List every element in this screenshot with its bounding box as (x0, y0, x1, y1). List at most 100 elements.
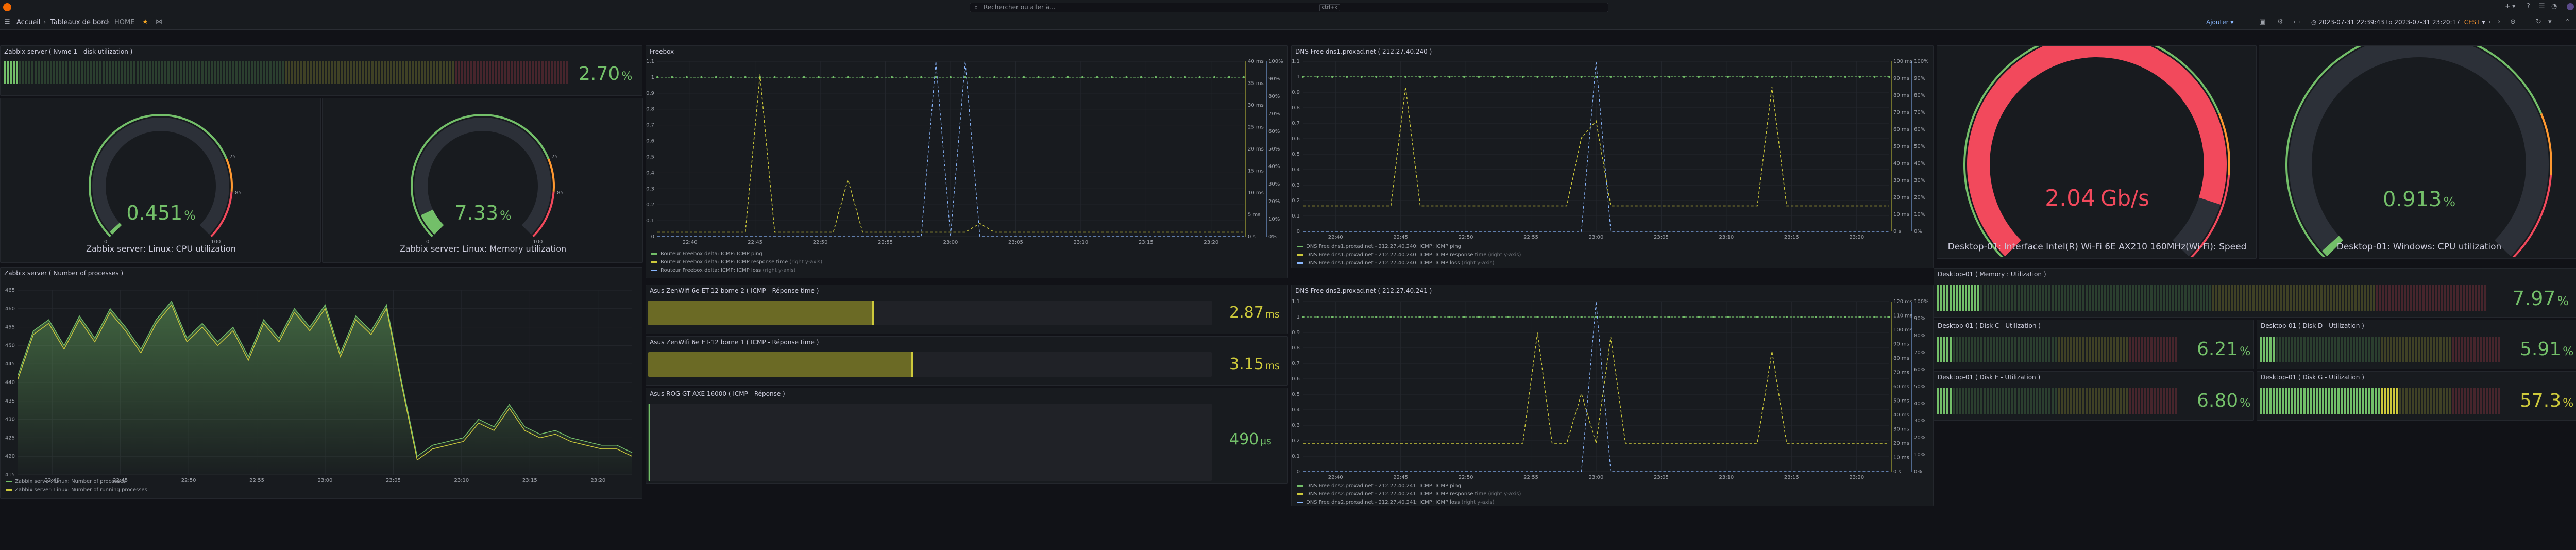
series-point (1624, 316, 1626, 318)
bar-segment (2039, 388, 2041, 414)
x-tick-label: 22:50 (1459, 475, 1473, 480)
bell-icon[interactable]: ◔ (2551, 3, 2557, 10)
bar-segment (2123, 285, 2125, 311)
bar-segment (2181, 285, 2183, 311)
bar-segment (78, 61, 80, 84)
dns2-chart: 0 0.1 0.2 0.3 0.4 0.5 0.6 0.7 0.8 0.9 1 1.1 0 s 10 ms… (1292, 299, 1929, 480)
series-point (1316, 316, 1319, 318)
bar-segment (2429, 285, 2431, 311)
bar-segment (2116, 337, 2119, 362)
collapse-icon[interactable]: ⌃ (2565, 19, 2570, 26)
legend-item[interactable]: DNS Free dns2.proxad.net - 212.27.40.241… (1297, 483, 1461, 489)
wifi-value-number: 2.04 (2045, 185, 2096, 211)
panel-asus-rog: Asus ROG GT AXE 16000 ( ICMP - Réponse )… (646, 388, 1288, 484)
bar-segment (371, 61, 374, 84)
bar-segment (2260, 337, 2262, 362)
series-point (1521, 316, 1524, 318)
series-point (1859, 316, 1861, 318)
star-icon[interactable]: ★ (142, 19, 148, 26)
series-point (832, 76, 835, 78)
legend-item[interactable]: Zabbix server: Linux: Number of processe… (6, 479, 126, 485)
bar-segment (47, 61, 49, 84)
bar-segment (381, 61, 383, 84)
bar-segment (239, 61, 241, 84)
bar-segment (2351, 285, 2353, 311)
help-icon[interactable]: ? (2527, 3, 2530, 10)
y-right-tick-label: 60% (1914, 367, 1925, 373)
search-input[interactable]: ⌕ Rechercher ou aller à... ctrl+k (970, 3, 1608, 12)
panel-dns2: DNS Free dns2.proxad.net ( 212.27.40.241… (1291, 285, 1934, 506)
y-right-tick-label: 50% (1914, 384, 1925, 390)
legend-item[interactable]: DNS Free dns1.proxad.net - 212.27.40.240… (1297, 252, 1521, 258)
chevron-right-icon[interactable]: › (2498, 19, 2500, 26)
legend-item[interactable]: Routeur Freebox delta: ICMP: ICMP ping (651, 251, 762, 257)
legend-item[interactable]: DNS Free dns1.proxad.net - 212.27.40.240… (1297, 260, 1495, 266)
asus1-value-unit: ms (1265, 361, 1280, 372)
gear-icon[interactable]: ⚙ (2277, 19, 2283, 26)
series-point (1800, 316, 1803, 318)
bar-segment (1996, 285, 1998, 311)
bar-segment (2086, 388, 2088, 414)
legend-item[interactable]: Routeur Freebox delta: ICMP: ICMP respon… (651, 259, 822, 265)
series-point (1683, 316, 1685, 318)
bar-segment (2027, 285, 2029, 311)
chevron-down-icon[interactable]: ▾ (2548, 19, 2552, 26)
breadcrumb-home[interactable]: Accueil (16, 19, 40, 26)
y-tick-label: 0.4 (1292, 167, 1300, 173)
bar-segment (2021, 388, 2023, 414)
plus-icon[interactable]: + (2505, 3, 2511, 10)
series-point (1360, 76, 1363, 78)
bar-segment (2163, 337, 2165, 362)
breadcrumb-dashboards[interactable]: Tableaux de bord (50, 19, 108, 26)
menu-icon[interactable]: ☰ (4, 19, 10, 26)
bar-segment (2234, 285, 2236, 311)
series-point (1580, 76, 1583, 78)
bar-segment (514, 61, 516, 84)
time-range-picker[interactable]: ◷ 2023-07-31 22:39:43 to 2023-07-31 23:2… (2311, 18, 2485, 27)
legend-item[interactable]: DNS Free dns2.proxad.net - 212.27.40.241… (1297, 491, 1521, 497)
chevron-down-icon[interactable]: ▾ (2512, 3, 2516, 10)
series-point (1595, 76, 1597, 78)
bar-segment (2113, 388, 2115, 414)
bar-segment (31, 61, 33, 84)
news-icon[interactable]: ☰ (2539, 3, 2545, 10)
add-button[interactable]: Ajouter ▾ (2206, 18, 2233, 27)
bar-segment (1937, 285, 1939, 311)
series-point (1023, 76, 1025, 78)
bar-segment (1962, 388, 1964, 414)
bar-segment (2110, 388, 2112, 414)
zoom-out-icon[interactable]: ⊖ (2510, 19, 2516, 26)
legend-item[interactable]: Zabbix server: Linux: Number of running … (6, 487, 147, 493)
panel-desktop-memory: Desktop-01 ( Memory : Utilization ) 7.97… (1934, 268, 2576, 318)
legend-item[interactable]: DNS Free dns2.proxad.net - 212.27.40.241… (1297, 499, 1495, 505)
grafana-logo-icon[interactable] (3, 3, 11, 11)
bar-segment (2486, 337, 2488, 362)
freebox-chart: 0 0.1 0.2 0.3 0.4 0.5 0.6 0.7 0.8 0.9 1 1.1 0 s 5 ms 1… (646, 59, 1283, 245)
save-icon[interactable]: ▣ (2259, 19, 2265, 26)
bar-segment (2110, 285, 2112, 311)
legend-item[interactable]: Routeur Freebox delta: ICMP: ICMP loss (… (651, 268, 795, 273)
bar-segment (2447, 285, 2449, 311)
bar-segment (2005, 388, 2007, 414)
series-point (978, 76, 981, 78)
series-point (1551, 316, 1553, 318)
bar-segment (2384, 337, 2386, 362)
legend-label: Zabbix server: Linux: Number of running … (15, 487, 147, 493)
bar-segment (532, 61, 534, 84)
bar-segment (112, 61, 114, 84)
monitor-icon[interactable]: ▭ (2294, 19, 2300, 26)
bar-segment (2427, 388, 2429, 414)
avatar[interactable] (2567, 3, 2574, 10)
bar-segment (2163, 388, 2165, 414)
bar-segment (2079, 388, 2081, 414)
bar-segment (2030, 337, 2032, 362)
chevron-left-icon[interactable]: ‹ (2488, 19, 2491, 26)
bar-segment (1984, 337, 1986, 362)
bar-segment (1974, 388, 1976, 414)
legend-item[interactable]: DNS Free dns1.proxad.net - 212.27.40.240… (1297, 244, 1461, 249)
series-point (1302, 316, 1304, 318)
bar-segment (2452, 337, 2454, 362)
share-icon[interactable]: ⋈ (156, 19, 162, 26)
refresh-icon[interactable]: ↻ (2536, 19, 2541, 26)
wifi-value-unit: Gb/s (2100, 186, 2149, 211)
